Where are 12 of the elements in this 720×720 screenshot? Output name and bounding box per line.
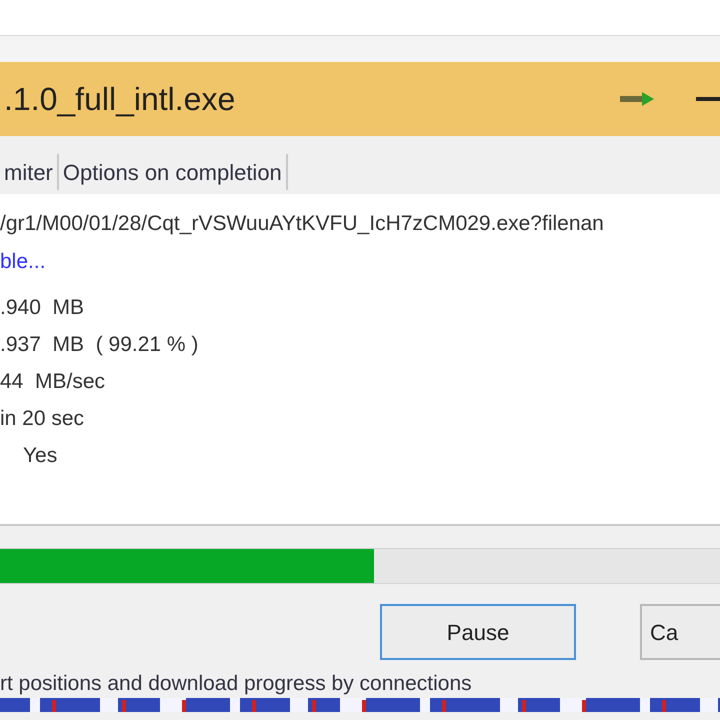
arrow-icon[interactable] [620, 92, 654, 106]
button[interactable]: Ca [640, 604, 720, 660]
info-text: in 20 sec [0, 406, 86, 432]
info-text: .937 MB ( 99.21 % ) [0, 332, 200, 358]
button[interactable]: Pause [380, 604, 576, 660]
url-text: /gr1/M00/01/28/Cqt_rVSWuuAYtKVFU_IcH7zCM029.exe?filenan [0, 211, 605, 237]
info-text: 44 MB/sec [0, 369, 106, 395]
window-title: .1.0_full_intl.exe [4, 80, 236, 119]
details-link[interactable]: ble... [0, 246, 720, 292]
info-text: .940 MB [0, 295, 86, 321]
info-text: Yes [22, 443, 58, 469]
connections-caption: rt positions and download progress by connections [0, 671, 473, 694]
